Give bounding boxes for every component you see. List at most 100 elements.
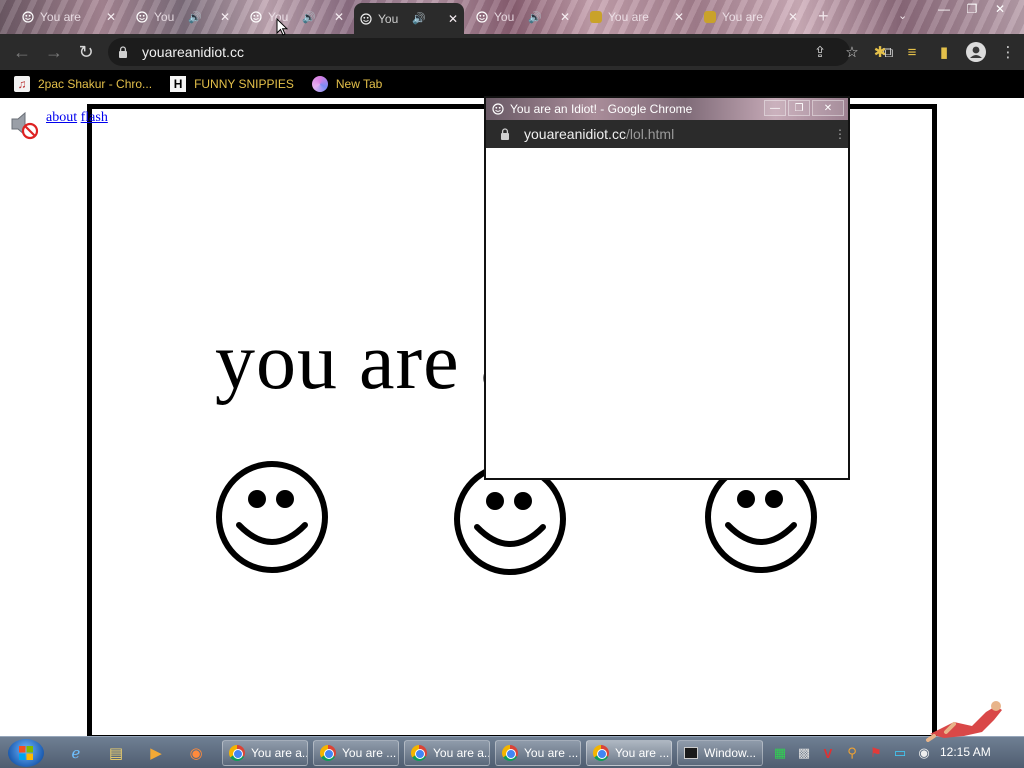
taskbar-chrome-2[interactable]: You are ... — [313, 740, 399, 766]
tab-1[interactable]: You are ✕ — [16, 6, 122, 28]
flash-link[interactable]: flash — [81, 110, 108, 125]
mouse-cursor-icon — [276, 18, 288, 36]
h-bookmark-icon: H — [170, 76, 187, 92]
tab-4-title: You — [378, 11, 399, 26]
tray-volume-icon[interactable]: ◉ — [914, 743, 934, 763]
folder-favicon-icon — [590, 11, 602, 23]
taskbar-chrome-4[interactable]: You are ... — [495, 740, 581, 766]
share-icon[interactable]: ⇪ — [804, 36, 836, 68]
side-panel-icon[interactable]: ▮ — [928, 36, 960, 68]
chrome-icon — [411, 745, 427, 761]
popup-maximize-button[interactable]: ❐ — [788, 100, 810, 116]
tab-5[interactable]: You 🔊 ✕ — [470, 6, 576, 28]
tray-display-icon[interactable]: ▭ — [890, 743, 910, 763]
media-player-icon[interactable]: ▶ — [140, 739, 172, 767]
popup-close-button[interactable]: ✕ — [812, 100, 844, 116]
maximize-button[interactable]: ❐ — [958, 0, 986, 18]
media-queue-icon[interactable]: ≡ — [896, 36, 928, 68]
tab-4-active[interactable]: You 🔊 ✕ — [354, 3, 464, 34]
url-text: youareanidiot.cc — [142, 44, 244, 60]
smiley-face-icon — [216, 461, 328, 573]
sound-muted-icon[interactable] — [8, 108, 40, 140]
popup-address-bar[interactable]: youareanidiot.cc/lol.html ⋮ — [486, 120, 848, 148]
tab-search-chevron-icon[interactable]: ⌄ — [898, 9, 907, 22]
extensions-puzzle-icon[interactable]: ✱ — [864, 36, 896, 68]
tray-search-icon[interactable]: ⚲ — [842, 743, 862, 763]
close-icon[interactable]: ✕ — [674, 10, 684, 24]
popup-title: You are an Idiot! - Google Chrome — [510, 102, 693, 116]
windows-logo-icon — [19, 746, 33, 760]
taskbar-window[interactable]: Window... — [677, 740, 763, 766]
tray-red-v-icon[interactable]: V — [818, 743, 838, 763]
system-tray: ▦ ▩ V ⚲ ⚑ ▭ ◉ — [770, 741, 934, 765]
speaker-icon[interactable]: 🔊 — [412, 12, 426, 25]
top-links: about flash — [46, 110, 108, 126]
close-icon[interactable]: ✕ — [220, 10, 230, 24]
menu-kebab-icon[interactable]: ⋮ — [992, 36, 1024, 68]
bookmark-label: FUNNY SNIPPIES — [194, 77, 294, 91]
browser-toolbar: ← → ↻ youareanidiot.cc ⧉ ⇪ ☆ ✱ ≡ ▮ ⋮ — [0, 34, 1024, 70]
reload-button[interactable]: ↻ — [70, 36, 102, 68]
taskbar-chrome-1[interactable]: You are a... — [222, 740, 308, 766]
close-window-button[interactable]: ✕ — [986, 0, 1014, 18]
tray-gray-app-icon[interactable]: ▩ — [794, 743, 814, 763]
extension-actions: ✱ ≡ ▮ ⋮ — [864, 34, 1024, 70]
chrome-icon — [320, 745, 336, 761]
tray-flag-icon[interactable]: ⚑ — [866, 743, 886, 763]
close-icon[interactable]: ✕ — [448, 12, 458, 26]
task-label: You are ... — [524, 746, 579, 760]
close-icon[interactable]: ✕ — [106, 10, 116, 24]
smiley-favicon-icon — [22, 11, 34, 23]
bookmark-new-tab[interactable]: New Tab — [311, 76, 382, 92]
popup-window[interactable]: You are an Idiot! - Google Chrome — ❐ ✕ … — [484, 96, 850, 480]
tab-1-title: You are — [40, 10, 81, 24]
popup-title-bar[interactable]: You are an Idiot! - Google Chrome — ❐ ✕ — [486, 98, 848, 120]
firefox-icon[interactable]: ◉ — [180, 739, 212, 767]
close-icon[interactable]: ✕ — [788, 10, 798, 24]
tab-7[interactable]: You are ✕ — [698, 6, 804, 28]
speaker-icon[interactable]: 🔊 — [528, 11, 542, 24]
bookmarks-bar: ♫ 2pac Shakur - Chro... H FUNNY SNIPPIES… — [0, 70, 1024, 98]
back-button[interactable]: ← — [6, 36, 38, 68]
taskbar-chrome-3[interactable]: You are a... — [404, 740, 490, 766]
address-bar[interactable]: youareanidiot.cc — [108, 38, 850, 66]
smiley-favicon-icon — [360, 12, 372, 25]
close-icon[interactable]: ✕ — [334, 10, 344, 24]
popup-url-path: /lol.html — [625, 126, 675, 142]
task-label: You are ... — [615, 746, 670, 760]
new-tab-icon — [311, 76, 328, 92]
profile-avatar-icon[interactable] — [960, 36, 992, 68]
tray-green-app-icon[interactable]: ▦ — [770, 743, 790, 763]
file-explorer-icon[interactable]: ▤ — [100, 739, 132, 767]
folder-favicon-icon — [704, 11, 716, 23]
tab-5-title: You — [494, 10, 515, 24]
bookmark-2pac[interactable]: ♫ 2pac Shakur - Chro... — [14, 76, 152, 92]
speaker-icon[interactable]: 🔊 — [302, 11, 316, 24]
about-link[interactable]: about — [46, 110, 77, 125]
popup-url-host: youareanidiot.cc — [524, 126, 626, 142]
smiley-favicon-icon — [250, 11, 262, 23]
start-button[interactable] — [8, 739, 44, 767]
omnibox-actions: ⇪ ☆ — [804, 34, 868, 70]
tab-2[interactable]: You 🔊 ✕ — [130, 6, 236, 28]
popup-minimize-button[interactable]: — — [764, 100, 786, 116]
forward-button[interactable]: → — [38, 36, 70, 68]
bookmark-funny-snippies[interactable]: H FUNNY SNIPPIES — [170, 76, 294, 92]
chrome-icon — [593, 745, 609, 761]
tab-6-title: You are — [608, 10, 649, 24]
window-controls: — ❐ ✕ — [930, 0, 1014, 18]
taskbar-chrome-5[interactable]: You are ... — [586, 740, 672, 766]
music-bookmark-icon: ♫ — [14, 76, 30, 92]
task-label: You are a... — [251, 746, 308, 760]
lock-icon — [119, 46, 127, 58]
popup-menu-icon[interactable]: ⋮ — [834, 127, 846, 141]
close-icon[interactable]: ✕ — [560, 10, 570, 24]
task-label: You are a... — [433, 746, 490, 760]
minimize-button[interactable]: — — [930, 0, 958, 18]
internet-explorer-icon[interactable]: ℯ — [60, 739, 92, 767]
speaker-icon[interactable]: 🔊 — [188, 11, 202, 24]
new-tab-plus-icon[interactable]: + — [818, 6, 829, 27]
clock: 12:15 AM — [940, 745, 991, 759]
tab-6[interactable]: You are ✕ — [584, 6, 690, 28]
tab-3[interactable]: You 🔊 ✕ — [244, 6, 350, 28]
